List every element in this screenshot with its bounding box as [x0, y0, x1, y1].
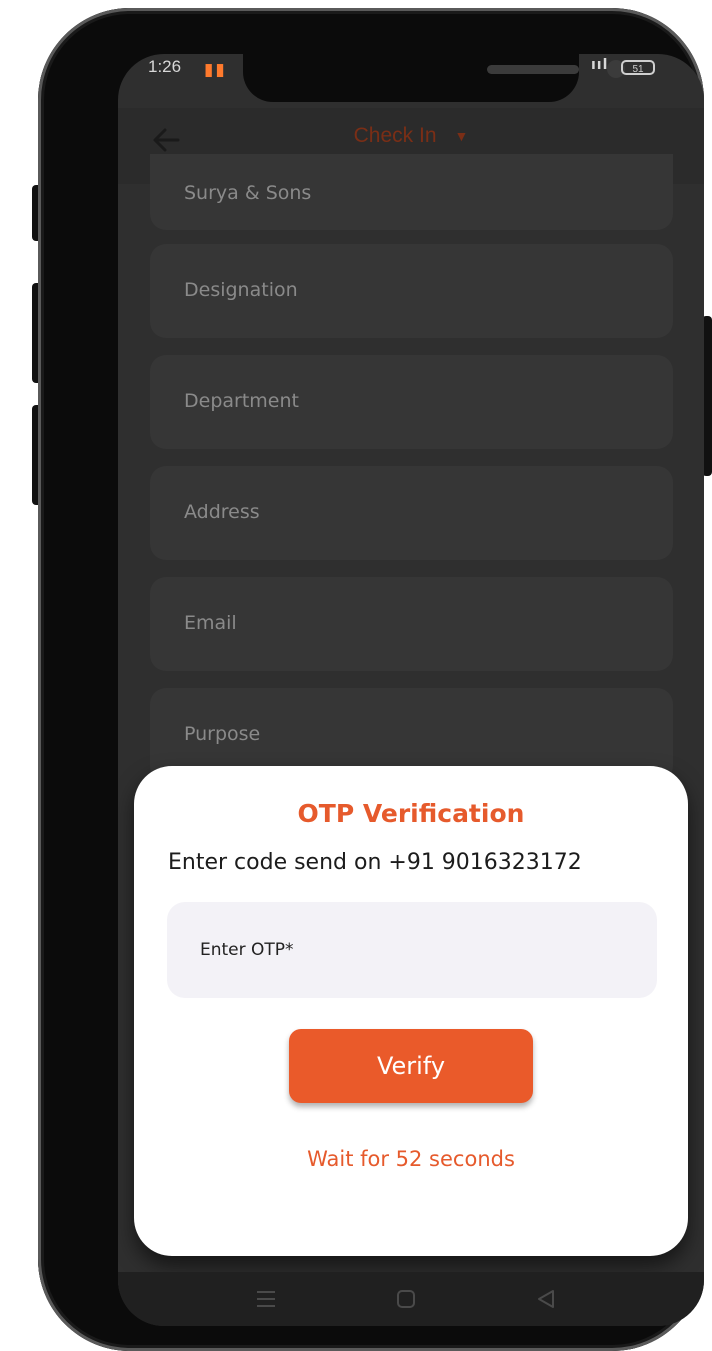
resend-timer: Wait for 52 seconds [307, 1147, 515, 1171]
menu-icon[interactable] [251, 1284, 281, 1314]
verify-button[interactable]: Verify [289, 1029, 533, 1103]
email-label: Email [184, 612, 237, 634]
status-time: 1:26 [148, 57, 182, 76]
caret-down-icon: ▼ [454, 128, 469, 145]
address-label: Address [184, 501, 260, 523]
designation-label: Designation [184, 279, 298, 301]
home-square-icon[interactable] [391, 1284, 421, 1314]
email-field[interactable]: Email [150, 577, 673, 671]
department-field[interactable]: Department [150, 355, 673, 449]
dialog-title: OTP Verification [297, 799, 525, 828]
company-value: Surya & Sons [184, 182, 312, 204]
otp-dialog: OTP Verification Enter code send on +91 … [134, 766, 688, 1256]
page-title: Check In [353, 124, 437, 147]
otp-input[interactable] [167, 902, 657, 998]
address-field[interactable]: Address [150, 466, 673, 560]
phone-screen: 1:26 ▮▮ ııl 51 Check In ▼ Surya & Sons De… [118, 54, 704, 1326]
signal-icon: ııl [591, 57, 609, 73]
battery-icon: 51 [621, 60, 655, 75]
notification-icon: ▮▮ [204, 60, 227, 80]
speaker [487, 65, 579, 74]
purpose-label: Purpose [184, 723, 261, 745]
page-title-dropdown[interactable]: Check In ▼ [118, 124, 704, 148]
designation-field[interactable]: Designation [150, 244, 673, 338]
phone-frame: 1:26 ▮▮ ııl 51 Check In ▼ Surya & Sons De… [38, 8, 704, 1351]
system-navbar [118, 1272, 704, 1326]
company-field[interactable]: Surya & Sons [150, 154, 673, 230]
dialog-subtitle: Enter code send on +91 9016323172 [168, 850, 582, 875]
department-label: Department [184, 390, 299, 412]
notch [243, 54, 625, 102]
back-triangle-icon[interactable] [531, 1284, 561, 1314]
